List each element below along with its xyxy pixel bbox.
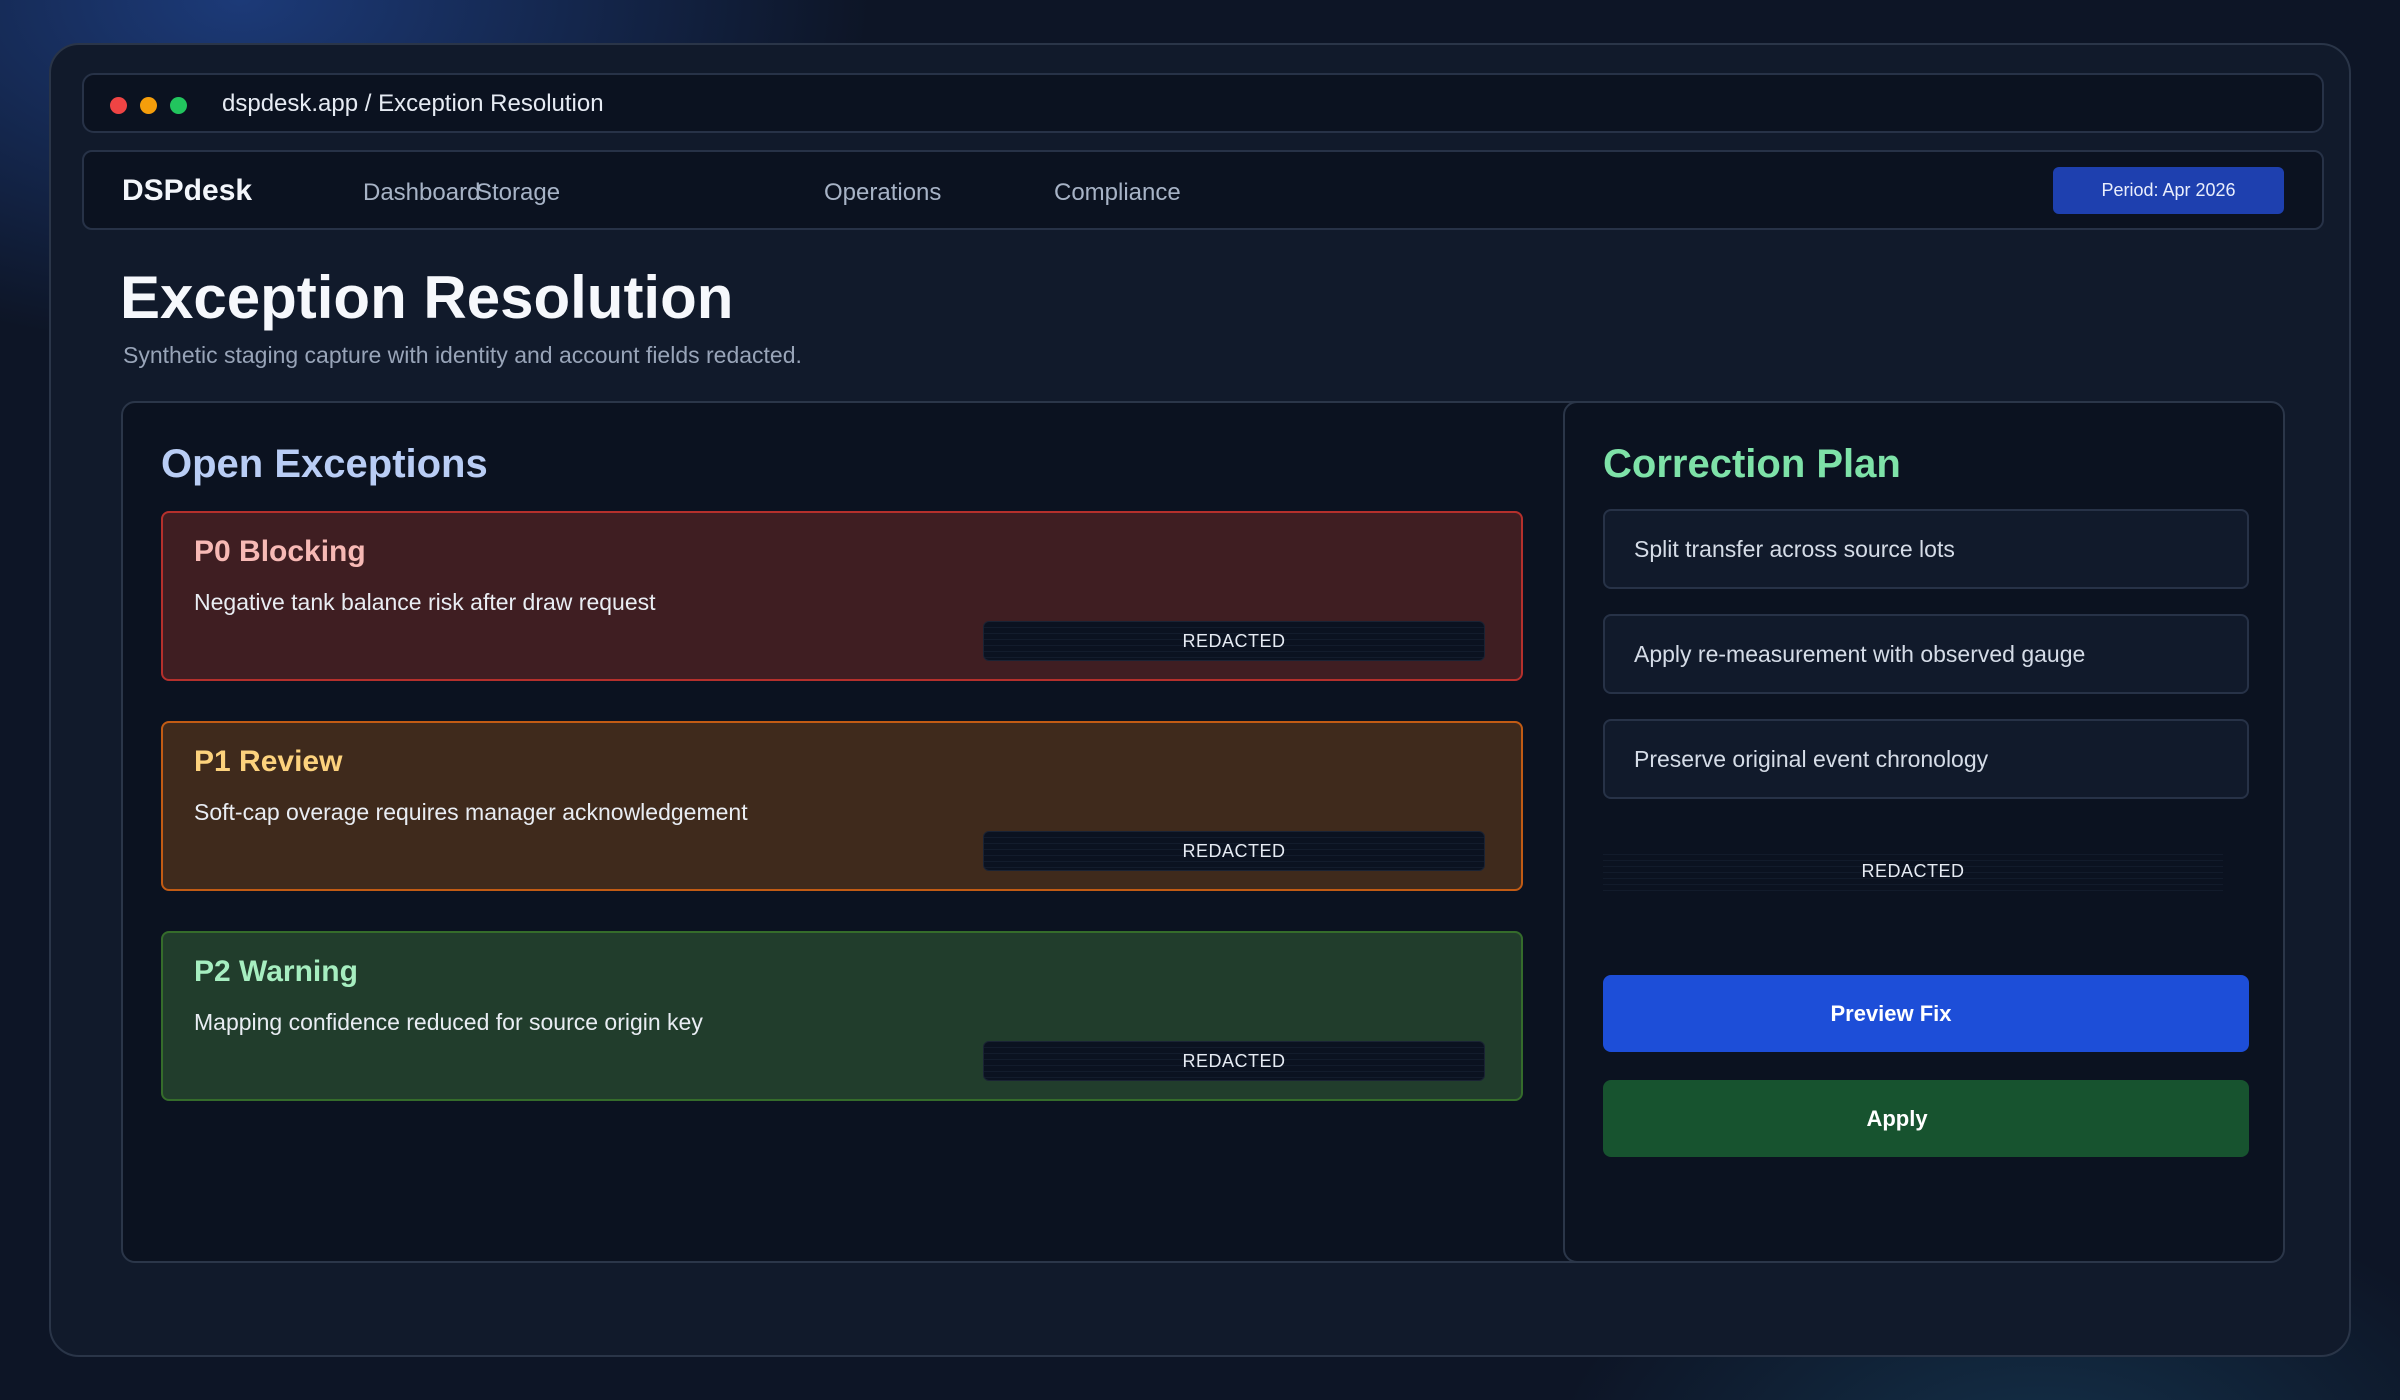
exception-description: Soft-cap overage requires manager acknow… [194, 799, 748, 825]
maximize-window-icon[interactable] [170, 97, 187, 114]
redacted-field: REDACTED [983, 621, 1485, 661]
correction-plan-title: Correction Plan [1603, 442, 1901, 486]
page-subtitle: Synthetic staging capture with identity … [123, 342, 802, 368]
exception-severity: P0 Blocking [194, 535, 366, 568]
redacted-field: REDACTED [983, 1041, 1485, 1081]
plan-step-split-transfer[interactable]: Split transfer across source lots [1603, 509, 2249, 589]
exception-card-p1[interactable]: P1 Review Soft-cap overage requires mana… [161, 721, 1523, 891]
nav-link-dashboard[interactable]: Dashboard [363, 179, 480, 207]
period-selector-button[interactable]: Period: Apr 2026 [2053, 167, 2284, 214]
exception-description: Mapping confidence reduced for source or… [194, 1009, 703, 1035]
nav-link-storage[interactable]: Storage [476, 179, 560, 207]
apply-button[interactable]: Apply [1603, 1080, 2249, 1157]
exception-severity: P1 Review [194, 745, 343, 778]
brand-logo[interactable]: DSPdesk [122, 174, 252, 208]
exception-description: Negative tank balance risk after draw re… [194, 589, 656, 615]
page-title: Exception Resolution [120, 264, 734, 331]
redacted-field: REDACTED [1603, 849, 2223, 893]
plan-step-re-measurement[interactable]: Apply re-measurement with observed gauge [1603, 614, 2249, 694]
minimize-window-icon[interactable] [140, 97, 157, 114]
open-exceptions-panel: Open Exceptions P0 Blocking Negative tan… [123, 403, 1563, 1261]
browser-titlebar: dspdesk.app / Exception Resolution [82, 73, 2324, 133]
address-bar-url[interactable]: dspdesk.app / Exception Resolution [222, 90, 604, 118]
nav-link-compliance[interactable]: Compliance [1054, 179, 1181, 207]
exception-card-p2[interactable]: P2 Warning Mapping confidence reduced fo… [161, 931, 1523, 1101]
nav-link-operations[interactable]: Operations [824, 179, 941, 207]
redacted-field: REDACTED [983, 831, 1485, 871]
app-window: dspdesk.app / Exception Resolution DSPde… [49, 43, 2351, 1357]
top-navbar: DSPdesk Dashboard Storage Operations Com… [82, 150, 2324, 230]
exception-severity: P2 Warning [194, 955, 358, 988]
correction-plan-panel: Correction Plan Split transfer across so… [1563, 401, 2285, 1263]
preview-fix-button[interactable]: Preview Fix [1603, 975, 2249, 1052]
exception-card-p0[interactable]: P0 Blocking Negative tank balance risk a… [161, 511, 1523, 681]
open-exceptions-title: Open Exceptions [161, 442, 488, 486]
content-panel: Open Exceptions P0 Blocking Negative tan… [121, 401, 2285, 1263]
close-window-icon[interactable] [110, 97, 127, 114]
plan-step-preserve-chronology[interactable]: Preserve original event chronology [1603, 719, 2249, 799]
